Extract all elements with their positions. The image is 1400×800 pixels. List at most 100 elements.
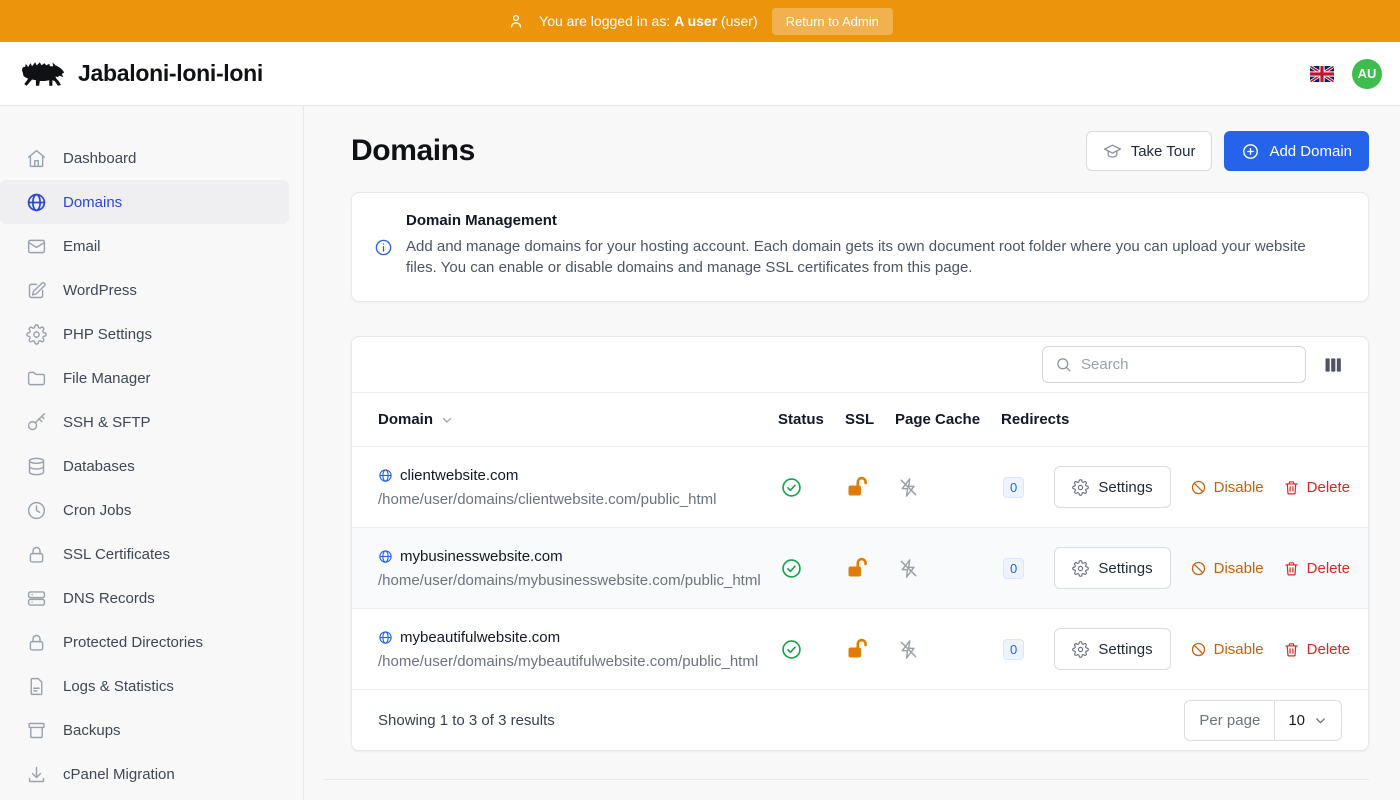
redirects-count-badge: 0 bbox=[1003, 477, 1024, 498]
uk-flag-icon[interactable] bbox=[1310, 66, 1334, 82]
settings-button[interactable]: Settings bbox=[1054, 547, 1170, 589]
sidebar-item-php-settings[interactable]: PHP Settings bbox=[0, 312, 289, 356]
sidebar-item-protected-directories[interactable]: Protected Directories bbox=[0, 620, 289, 664]
sidebar-item-dns-records[interactable]: DNS Records bbox=[0, 576, 289, 620]
sidebar-item-label: Cron Jobs bbox=[63, 502, 131, 519]
sidebar-item-file-manager[interactable]: File Manager bbox=[0, 356, 289, 400]
folder-icon bbox=[26, 368, 47, 389]
plus-circle-icon bbox=[1241, 142, 1260, 161]
per-page-label: Per page bbox=[1185, 701, 1275, 740]
status-enabled-icon bbox=[778, 557, 845, 580]
gear-icon bbox=[1072, 641, 1089, 658]
brand[interactable]: Jabaloni-loni-loni bbox=[18, 55, 263, 93]
sidebar-item-label: Logs & Statistics bbox=[63, 678, 174, 695]
sidebar-item-wordpress[interactable]: WordPress bbox=[0, 268, 289, 312]
sidebar-item-cpanel-migration[interactable]: cPanel Migration bbox=[0, 752, 289, 796]
page-cache-off-icon bbox=[895, 557, 1001, 580]
lock-icon bbox=[26, 632, 47, 653]
user-icon bbox=[507, 12, 525, 30]
table-row: mybeautifulwebsite.com /home/user/domain… bbox=[352, 608, 1368, 689]
redirects-count-badge: 0 bbox=[1003, 639, 1024, 660]
column-header-domain[interactable]: Domain bbox=[378, 411, 778, 428]
gear-icon bbox=[1072, 479, 1089, 496]
sidebar-item-label: Email bbox=[63, 238, 101, 255]
globe-icon bbox=[378, 468, 393, 483]
domains-table-card: Domain Status SSL Page Cache Redirects bbox=[351, 336, 1369, 751]
settings-button[interactable]: Settings bbox=[1054, 628, 1170, 670]
sidebar-item-dashboard[interactable]: Dashboard bbox=[0, 136, 289, 180]
add-domain-button[interactable]: Add Domain bbox=[1224, 131, 1369, 171]
sidebar-item-backups[interactable]: Backups bbox=[0, 708, 289, 752]
sidebar-item-label: Databases bbox=[63, 458, 135, 475]
disable-button[interactable]: Disable bbox=[1190, 560, 1264, 577]
ssl-unlocked-icon bbox=[845, 637, 895, 661]
trash-icon bbox=[1283, 479, 1300, 496]
sidebar-item-ssl-certificates[interactable]: SSL Certificates bbox=[0, 532, 289, 576]
redirects-count-badge: 0 bbox=[1003, 558, 1024, 579]
ssl-unlocked-icon bbox=[845, 475, 895, 499]
table-footer: Showing 1 to 3 of 3 results Per page 10 bbox=[352, 689, 1368, 750]
home-icon bbox=[26, 148, 47, 169]
avatar[interactable]: AU bbox=[1352, 59, 1382, 89]
header-right: AU bbox=[1310, 59, 1382, 89]
app-header: Jabaloni-loni-loni AU bbox=[0, 42, 1400, 106]
chevron-down-icon bbox=[1313, 713, 1328, 728]
sidebar-item-cron-jobs[interactable]: Cron Jobs bbox=[0, 488, 289, 532]
section-divider bbox=[324, 779, 1369, 780]
delete-button[interactable]: Delete bbox=[1283, 560, 1350, 577]
disable-button[interactable]: Disable bbox=[1190, 479, 1264, 496]
main-content: Domains Take Tour Add Domain bbox=[304, 106, 1400, 800]
sidebar-item-domains[interactable]: Domains bbox=[0, 180, 289, 224]
columns-toggle-button[interactable] bbox=[1323, 355, 1343, 375]
delete-button[interactable]: Delete bbox=[1283, 641, 1350, 658]
sidebar-item-label: cPanel Migration bbox=[63, 766, 175, 783]
sidebar-item-logs-statistics[interactable]: Logs & Statistics bbox=[0, 664, 289, 708]
per-page-select[interactable]: Per page 10 bbox=[1184, 700, 1342, 741]
column-header-page-cache: Page Cache bbox=[895, 411, 1001, 428]
download-icon bbox=[26, 764, 47, 785]
table-toolbar bbox=[352, 337, 1368, 393]
sidebar-item-label: File Manager bbox=[63, 370, 151, 387]
take-tour-button[interactable]: Take Tour bbox=[1086, 131, 1213, 171]
results-summary: Showing 1 to 3 of 3 results bbox=[378, 712, 555, 729]
sidebar-item-label: DNS Records bbox=[63, 590, 155, 607]
search-input[interactable] bbox=[1081, 356, 1293, 373]
ban-icon bbox=[1190, 479, 1207, 496]
sidebar-item-label: SSL Certificates bbox=[63, 546, 170, 563]
sidebar-item-label: WordPress bbox=[63, 282, 137, 299]
chevron-down-icon bbox=[440, 413, 454, 427]
brand-name: Jabaloni-loni-loni bbox=[78, 60, 263, 87]
lock-icon bbox=[26, 544, 47, 565]
delete-button[interactable]: Delete bbox=[1283, 479, 1350, 496]
document-icon bbox=[26, 676, 47, 697]
domain-management-info-box: Domain Management Add and manage domains… bbox=[351, 192, 1369, 302]
table-row: clientwebsite.com /home/user/domains/cli… bbox=[352, 446, 1368, 527]
domain-name: mybusinesswebsite.com bbox=[400, 548, 563, 565]
info-icon bbox=[374, 238, 393, 257]
page-title: Domains bbox=[351, 134, 475, 168]
sidebar: Dashboard Domains Email WordPress PHP Se bbox=[0, 106, 304, 800]
graduation-cap-icon bbox=[1103, 142, 1122, 161]
return-to-admin-button[interactable]: Return to Admin bbox=[772, 8, 893, 35]
sidebar-item-label: Domains bbox=[63, 194, 122, 211]
sidebar-item-email[interactable]: Email bbox=[0, 224, 289, 268]
page-cache-off-icon bbox=[895, 476, 1001, 499]
trash-icon bbox=[1283, 641, 1300, 658]
domain-path: /home/user/domains/mybeautifulwebsite.co… bbox=[378, 653, 778, 670]
disable-button[interactable]: Disable bbox=[1190, 641, 1264, 658]
per-page-value: 10 bbox=[1288, 712, 1305, 729]
domain-name: clientwebsite.com bbox=[400, 467, 518, 484]
sidebar-item-ssh-sftp[interactable]: SSH & SFTP bbox=[0, 400, 289, 444]
search-icon bbox=[1055, 356, 1072, 373]
domain-name: mybeautifulwebsite.com bbox=[400, 629, 560, 646]
sidebar-item-databases[interactable]: Databases bbox=[0, 444, 289, 488]
sidebar-item-label: Dashboard bbox=[63, 150, 136, 167]
settings-button[interactable]: Settings bbox=[1054, 466, 1170, 508]
globe-icon bbox=[378, 549, 393, 564]
server-icon bbox=[26, 588, 47, 609]
search-box bbox=[1042, 346, 1306, 383]
status-enabled-icon bbox=[778, 638, 845, 661]
ban-icon bbox=[1190, 560, 1207, 577]
database-icon bbox=[26, 456, 47, 477]
info-box-body: Add and manage domains for your hosting … bbox=[406, 237, 1326, 278]
